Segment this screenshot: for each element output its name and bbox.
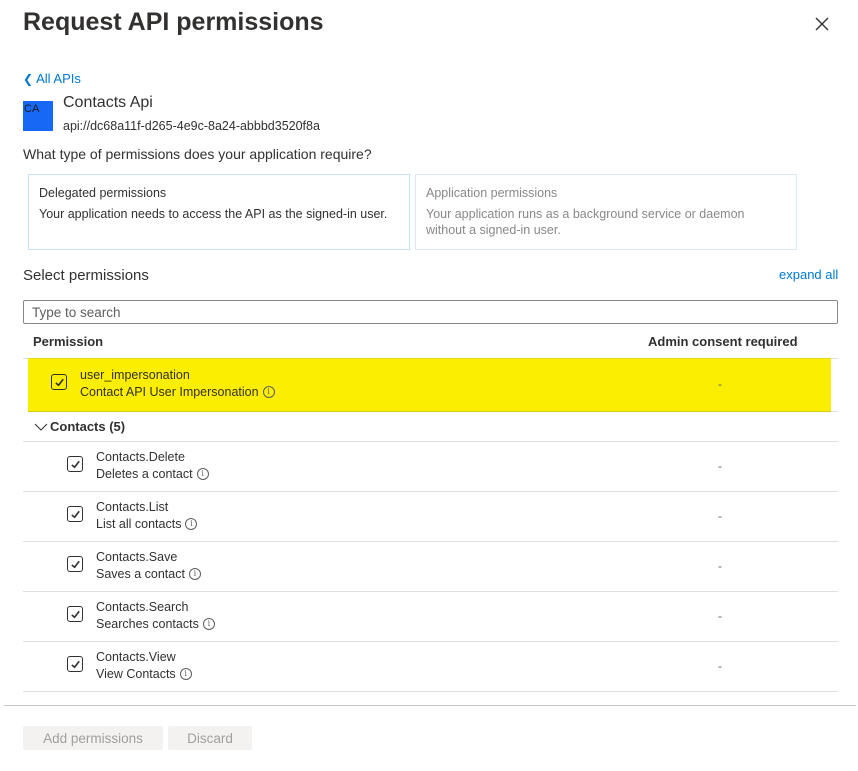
info-icon[interactable]: i — [185, 518, 198, 530]
checkmark-icon — [70, 660, 80, 668]
admin-consent-value: - — [718, 377, 722, 391]
application-permissions-card[interactable]: Application permissions Your application… — [415, 174, 797, 250]
admin-consent-value: - — [718, 459, 722, 473]
all-apis-label: All APIs — [36, 71, 81, 86]
api-name: Contacts Api — [63, 94, 153, 111]
row-divider — [831, 411, 838, 412]
permission-description-text: Searches contacts — [96, 617, 199, 631]
permission-description: Searches contacts i — [96, 617, 215, 631]
select-permissions-label: Select permissions — [23, 267, 149, 284]
permission-description: Saves a contact i — [96, 567, 201, 581]
permission-name: Contacts.Save — [96, 550, 178, 564]
checkmark-icon — [54, 378, 64, 386]
permission-description: List all contacts i — [96, 517, 198, 531]
close-button[interactable] — [812, 14, 832, 34]
api-uri: api://dc68a11f-d265-4e9c-8a24-abbbd3520f… — [63, 119, 320, 133]
permission-name: Contacts.Delete — [96, 450, 185, 464]
page-title: Request API permissions — [23, 8, 324, 36]
permission-name: Contacts.View — [96, 650, 176, 664]
checkmark-icon — [70, 610, 80, 618]
permission-description-text: View Contacts — [96, 667, 176, 681]
column-header-permission: Permission — [33, 334, 104, 349]
close-icon — [815, 17, 829, 31]
row-divider — [23, 441, 838, 442]
info-icon[interactable]: i — [188, 568, 201, 580]
api-avatar: CA — [23, 101, 53, 131]
permission-description: Contact API User Impersonation i — [80, 385, 275, 399]
permission-description-text: Contact API User Impersonation — [80, 385, 259, 399]
admin-consent-value: - — [718, 509, 722, 523]
admin-consent-value: - — [718, 609, 722, 623]
permission-name: user_impersonation — [80, 368, 190, 382]
footer-divider — [4, 705, 856, 706]
expand-all-link[interactable]: expand all — [779, 267, 838, 282]
chevron-down-icon — [34, 423, 48, 431]
info-icon[interactable]: i — [262, 386, 275, 398]
add-permissions-button[interactable]: Add permissions — [23, 726, 163, 750]
admin-consent-value: - — [718, 659, 722, 673]
permission-search-input[interactable] — [23, 300, 838, 324]
permission-name: Contacts.Search — [96, 600, 189, 614]
checkmark-icon — [70, 510, 80, 518]
all-apis-link[interactable]: ❮ All APIs — [23, 71, 81, 86]
group-label: Contacts (5) — [50, 419, 126, 434]
row-divider — [23, 491, 838, 492]
permission-description-text: List all contacts — [96, 517, 182, 531]
permission-description: Deletes a contact i — [96, 467, 209, 481]
checkmark-icon — [70, 460, 80, 468]
card-title: Delegated permissions — [39, 186, 167, 200]
permission-checkbox[interactable] — [67, 456, 83, 472]
group-toggle-contacts[interactable]: Contacts (5) — [34, 419, 125, 434]
row-divider — [23, 641, 838, 642]
permission-checkbox[interactable] — [67, 656, 83, 672]
discard-button[interactable]: Discard — [168, 726, 252, 750]
permission-checkbox[interactable] — [67, 556, 83, 572]
permission-description-text: Saves a contact — [96, 567, 185, 581]
info-icon[interactable]: i — [202, 618, 215, 630]
info-icon[interactable]: i — [196, 468, 209, 480]
permission-description: View Contacts i — [96, 667, 192, 681]
row-divider — [23, 591, 838, 592]
info-icon[interactable]: i — [179, 668, 192, 680]
chevron-left-icon: ❮ — [23, 71, 34, 86]
permission-type-question: What type of permissions does your appli… — [23, 146, 372, 162]
column-header-admin-consent: Admin consent required — [648, 334, 798, 349]
card-description: Your application runs as a background se… — [426, 207, 745, 237]
permission-checkbox[interactable] — [67, 606, 83, 622]
permission-checkbox[interactable] — [67, 506, 83, 522]
admin-consent-value: - — [718, 559, 722, 573]
card-title: Application permissions — [426, 186, 558, 200]
permission-checkbox[interactable] — [51, 374, 67, 390]
permission-name: Contacts.List — [96, 500, 169, 514]
row-divider — [831, 358, 838, 359]
delegated-permissions-card[interactable]: Delegated permissions Your application n… — [28, 174, 410, 250]
card-description: Your application needs to access the API… — [39, 207, 388, 221]
row-divider — [23, 691, 838, 692]
row-divider — [23, 541, 838, 542]
checkmark-icon — [70, 560, 80, 568]
permission-description-text: Deletes a contact — [96, 467, 193, 481]
